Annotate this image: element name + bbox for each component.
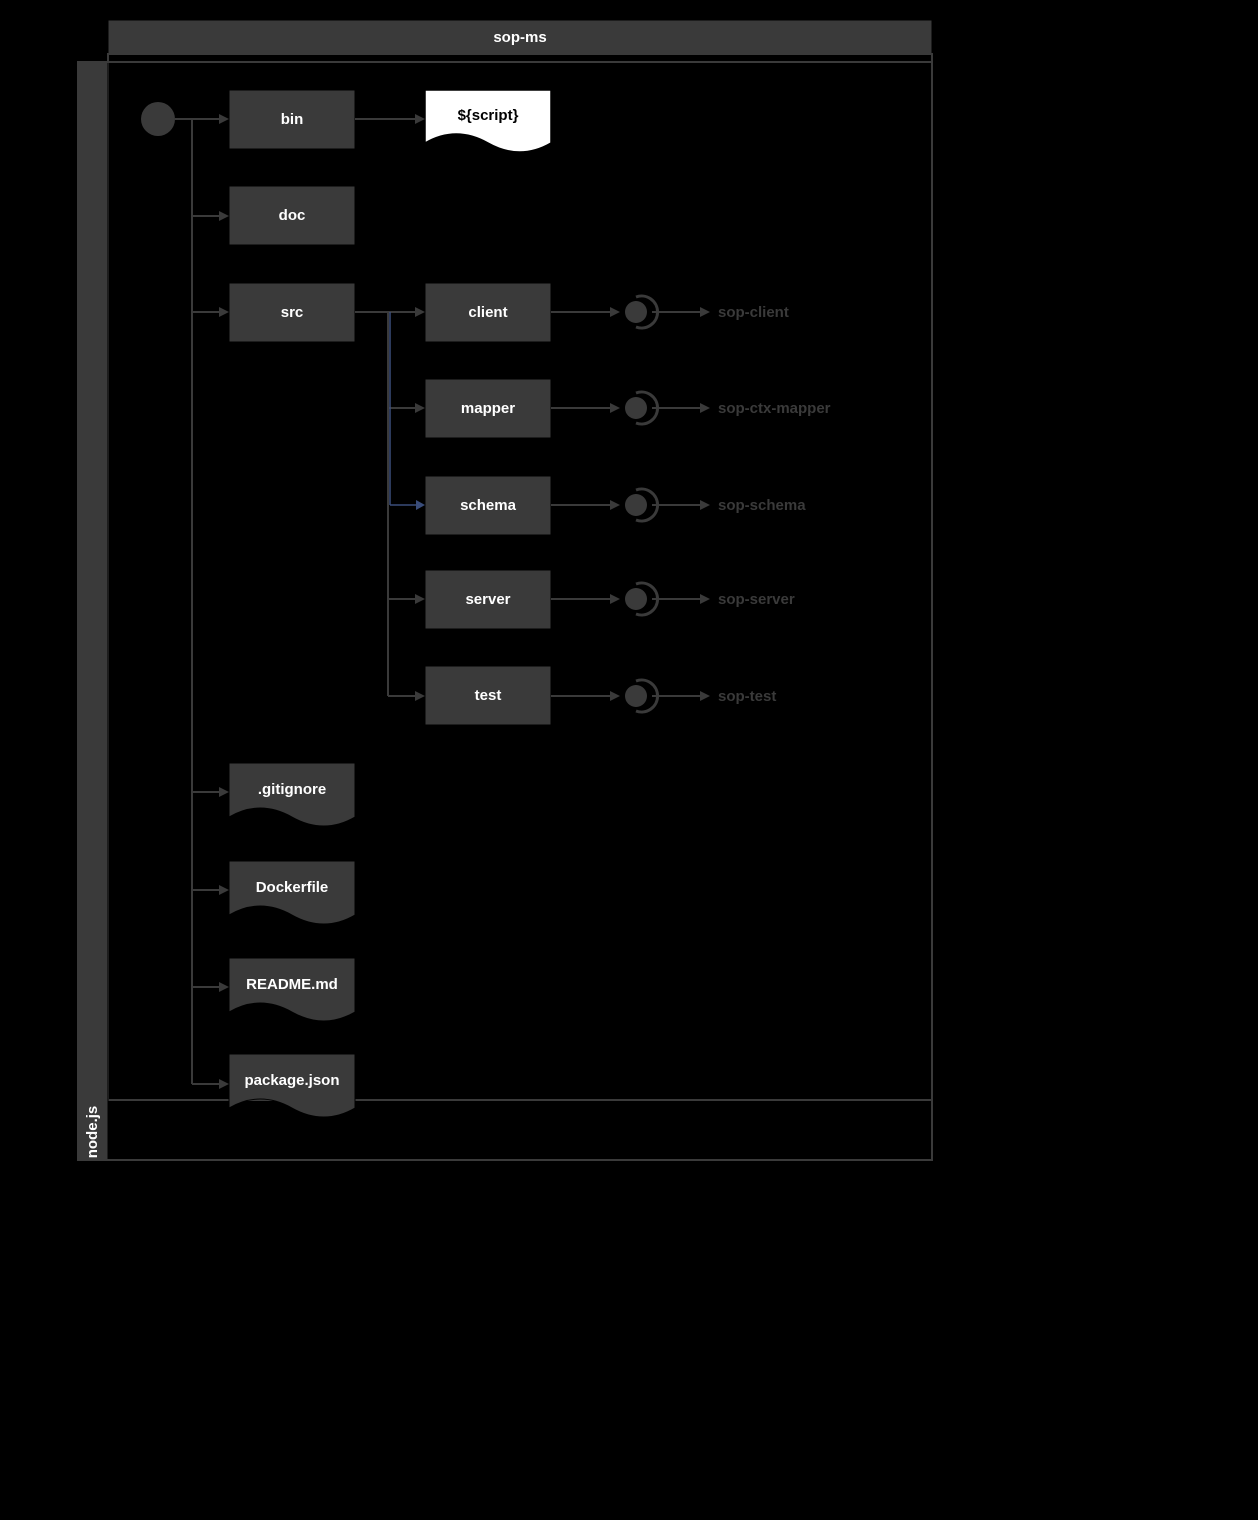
node-bin-label: bin bbox=[281, 111, 304, 128]
end-schema-label: sop-schema bbox=[718, 497, 806, 514]
arrow-trunk-packagejson bbox=[219, 1079, 229, 1089]
arrow-mapper-end bbox=[610, 403, 620, 413]
arrow-test-end bbox=[610, 691, 620, 701]
arrow-src-schema bbox=[416, 500, 425, 510]
arrow-src-test bbox=[415, 691, 425, 701]
arrow-bin-script bbox=[415, 114, 425, 124]
start-node bbox=[141, 102, 175, 136]
node-test-label: test bbox=[475, 687, 502, 704]
node-packagejson-label: package.json bbox=[244, 1072, 339, 1089]
arrow-serverlabel bbox=[700, 594, 710, 604]
diagram-canvas: sop-ms node.js bin ${script} doc src cli… bbox=[0, 0, 1258, 1520]
node-doc-label: doc bbox=[279, 207, 306, 224]
node-schema-label: schema bbox=[460, 497, 517, 514]
arrow-trunk-doc bbox=[219, 211, 229, 221]
arrow-schemalabel bbox=[700, 500, 710, 510]
sidebar-title: node.js bbox=[84, 1106, 101, 1159]
arrow-schema-end bbox=[610, 500, 620, 510]
arrow-trunk-readme bbox=[219, 982, 229, 992]
end-mapper-label: sop-ctx-mapper bbox=[718, 400, 831, 417]
node-script-label: ${script} bbox=[458, 107, 519, 124]
end-client-label: sop-client bbox=[718, 304, 789, 321]
arrow-clientlabel bbox=[700, 307, 710, 317]
arrow-src-server bbox=[415, 594, 425, 604]
node-client-label: client bbox=[468, 304, 507, 321]
arrow-trunk-dockerfile bbox=[219, 885, 229, 895]
arrow-server-end bbox=[610, 594, 620, 604]
arrow-src-client bbox=[415, 307, 425, 317]
node-readme-label: README.md bbox=[246, 976, 338, 993]
arrow-trunk-src bbox=[219, 307, 229, 317]
arrow-src-mapper bbox=[415, 403, 425, 413]
arrow-start-bin bbox=[219, 114, 229, 124]
node-src-label: src bbox=[281, 304, 304, 321]
node-dockerfile-label: Dockerfile bbox=[256, 879, 329, 896]
arrow-trunk-gitignore bbox=[219, 787, 229, 797]
arrow-client-end bbox=[610, 307, 620, 317]
header-title: sop-ms bbox=[493, 29, 546, 46]
end-server-label: sop-server bbox=[718, 591, 795, 608]
arrow-testlabel bbox=[700, 691, 710, 701]
node-gitignore-label: .gitignore bbox=[258, 781, 326, 798]
node-server-label: server bbox=[465, 591, 510, 608]
sidebar-bar bbox=[78, 62, 108, 1160]
arrow-mapperlabel bbox=[700, 403, 710, 413]
end-test-label: sop-test bbox=[718, 688, 776, 705]
node-mapper-label: mapper bbox=[461, 400, 515, 417]
